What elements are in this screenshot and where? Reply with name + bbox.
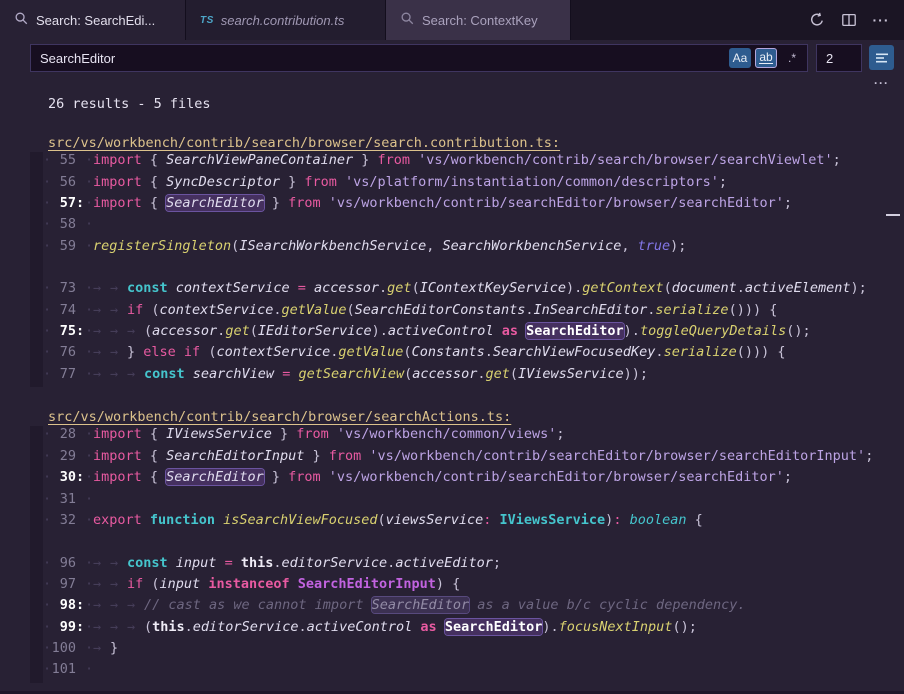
whole-word-button[interactable]: ab (755, 48, 777, 68)
result-line[interactable]: ·58· (30, 216, 904, 237)
result-line[interactable]: ·96·→→const input = this.editorService.a… (30, 555, 904, 576)
search-icon (400, 11, 415, 29)
context-lines-input[interactable] (816, 44, 862, 72)
result-line[interactable]: ·100·→} (30, 640, 904, 661)
result-line[interactable]: ·29·import { SearchEditorInput } from 'v… (30, 448, 904, 469)
file-heading[interactable]: src/vs/workbench/contrib/search/browser/… (30, 135, 560, 151)
typescript-file-icon: TS (200, 15, 214, 26)
result-line[interactable]: ·73·→→const contextService = accessor.ge… (30, 280, 904, 301)
ellipsis-icon: ··· (873, 15, 890, 25)
search-widget: Aa ab .* ··· (0, 40, 904, 95)
result-line[interactable]: ·76·→→} else if (contextService.getValue… (30, 344, 904, 365)
result-line[interactable]: ·31· (30, 491, 904, 512)
result-line[interactable]: ·28·import { IViewsService } from 'vs/wo… (30, 426, 904, 447)
more-actions-button[interactable]: ··· (868, 7, 894, 33)
refresh-button[interactable] (804, 7, 830, 33)
result-line[interactable]: ·55·import { SearchViewPaneContainer } f… (30, 152, 904, 173)
tab-search-contribution-ts[interactable]: TS search.contribution.ts (186, 0, 386, 40)
tab-search-contextkey[interactable]: Search: ContextKey (386, 0, 571, 40)
toggle-search-details-button[interactable] (869, 45, 894, 70)
editor-content: 26 results - 5 files src/vs/workbench/con… (0, 95, 904, 683)
blank-line (30, 113, 904, 134)
list-lines-icon (874, 50, 890, 66)
file-heading[interactable]: src/vs/workbench/contrib/search/browser/… (30, 409, 511, 425)
search-editor-window: Search: SearchEdi... TS search.contribut… (0, 0, 904, 694)
result-line[interactable]: ·101· (30, 661, 904, 682)
result-line[interactable]: ·74·→→if (contextService.getValue(Search… (30, 302, 904, 323)
match-case-button[interactable]: Aa (729, 48, 751, 68)
result-line[interactable]: ·57:·import { SearchEditor } from 'vs/wo… (30, 195, 904, 216)
result-line[interactable]: ·59·registerSingleton(ISearchWorkbenchSe… (30, 238, 904, 259)
result-line[interactable]: ·77·→→→const searchView = getSearchView(… (30, 366, 904, 387)
result-line[interactable]: ·56·import { SyncDescriptor } from 'vs/p… (30, 174, 904, 195)
editor-actions: ··· (804, 0, 894, 40)
tab-label: search.contribution.ts (221, 13, 345, 28)
whole-word-icon: ab (759, 52, 772, 64)
tab-bar: Search: SearchEdi... TS search.contribut… (0, 0, 904, 40)
split-editor-icon[interactable] (836, 7, 862, 33)
overview-ruler-marker (886, 214, 900, 216)
blank-line (30, 533, 904, 554)
blank-line (30, 259, 904, 280)
results-summary: 26 results - 5 files (30, 96, 211, 112)
tab-search-searcheditor[interactable]: Search: SearchEdi... (0, 0, 186, 40)
search-more-button[interactable]: ··· (869, 76, 894, 90)
result-line[interactable]: ·99:·→→→(this.editorService.activeContro… (30, 619, 904, 640)
result-line[interactable]: ·98:·→→→// cast as we cannot import Sear… (30, 597, 904, 618)
search-icon (14, 11, 29, 29)
result-line[interactable]: ·75:·→→→(accessor.get(IEditorService).ac… (30, 323, 904, 344)
search-input[interactable] (31, 51, 729, 66)
blank-line (30, 387, 904, 408)
search-query-box: Aa ab .* (30, 44, 808, 72)
result-line[interactable]: ·97·→→if (input instanceof SearchEditorI… (30, 576, 904, 597)
tab-label: Search: ContextKey (422, 13, 538, 28)
tab-label: Search: SearchEdi... (36, 13, 155, 28)
regex-button[interactable]: .* (781, 48, 803, 68)
result-line[interactable]: ·30:·import { SearchEditor } from 'vs/wo… (30, 469, 904, 490)
result-line[interactable]: ·32·export function isSearchViewFocused(… (30, 512, 904, 533)
search-options: Aa ab .* (729, 48, 807, 68)
